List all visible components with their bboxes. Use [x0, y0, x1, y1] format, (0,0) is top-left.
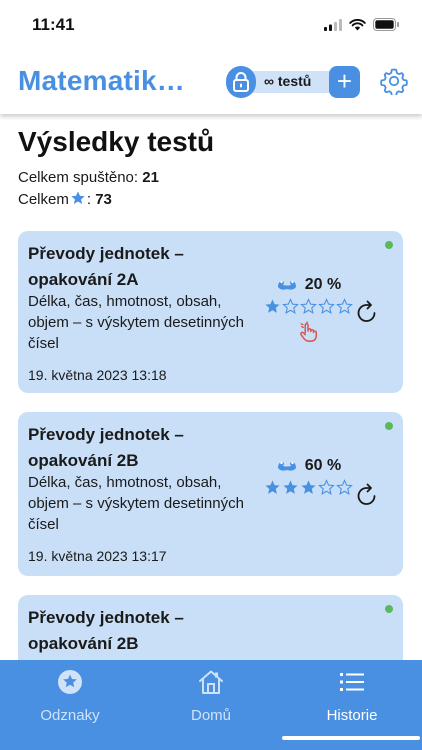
- cellular-signal-icon: [324, 18, 342, 31]
- star-outline-icon: [317, 298, 335, 314]
- padlock-icon: [233, 72, 249, 92]
- score-percent: 20 %: [304, 276, 342, 293]
- battery-icon: [373, 18, 399, 31]
- status-icons: [324, 18, 400, 31]
- active-tab-indicator: [282, 736, 420, 740]
- total-runs-stat: Celkem spuštěno: 21: [18, 169, 159, 186]
- app-header: Matematik… ∞ testů +: [0, 50, 422, 114]
- test-score: 20 %: [260, 276, 356, 343]
- test-description: Délka, čas, hmotnost, obsah, objem – s v…: [28, 474, 244, 533]
- status-time: 11:41: [32, 15, 75, 34]
- total-stars-stat: Celkem: 73: [18, 190, 112, 208]
- total-stars-value: 73: [95, 191, 112, 208]
- status-dot: [385, 605, 393, 613]
- tab-home-label: Domů: [190, 707, 231, 724]
- strength-arm-icon: [277, 461, 296, 471]
- page-title: Výsledky testů: [18, 126, 215, 157]
- unlock-button[interactable]: [226, 66, 256, 98]
- list-icon: [340, 673, 364, 691]
- home-icon: [199, 670, 223, 694]
- test-title: Převody jednotek – opakování 2B: [28, 425, 184, 470]
- status-dot: [385, 422, 393, 430]
- pointing-hand-icon: [300, 321, 317, 342]
- add-tests-button[interactable]: +: [329, 66, 360, 98]
- score-percent: 60 %: [304, 457, 342, 474]
- tab-badges[interactable]: Odznaky: [0, 660, 140, 750]
- test-credits-label: ∞ testů: [264, 73, 312, 89]
- badge-star-icon: [58, 670, 82, 694]
- star-outline-icon: [335, 479, 353, 495]
- tab-badges-label: Odznaky: [40, 707, 100, 724]
- test-result-card[interactable]: Převody jednotek – opakování 2A Délka, č…: [18, 231, 403, 393]
- star-rating: [260, 479, 356, 496]
- test-date: 19. května 2023 13:18: [28, 367, 167, 383]
- tab-history-label: Historie: [326, 707, 378, 724]
- wifi-icon: [349, 18, 366, 30]
- retry-icon[interactable]: [354, 482, 380, 508]
- star-outline-icon: [317, 479, 335, 495]
- star-icon: [71, 191, 85, 204]
- star-filled-icon: [264, 299, 280, 313]
- star-rating: [260, 298, 356, 315]
- test-title: Převody jednotek – opakování 2B: [28, 608, 184, 653]
- total-runs-value: 21: [142, 169, 159, 186]
- star-filled-icon: [300, 480, 316, 494]
- test-score: 60 %: [260, 457, 356, 496]
- test-title: Převody jednotek – opakování 2A: [28, 244, 184, 289]
- strength-arm-icon: [277, 280, 296, 290]
- test-credits: ∞ testů +: [226, 66, 360, 98]
- test-result-card[interactable]: Převody jednotek – opakování 2B Délka, č…: [18, 412, 403, 576]
- app-title: Matematik…: [18, 65, 185, 96]
- tab-home[interactable]: Domů: [141, 660, 281, 750]
- total-stars-colon: :: [86, 191, 92, 208]
- test-date: 19. května 2023 13:17: [28, 548, 167, 564]
- star-outline-icon: [299, 298, 317, 314]
- status-dot: [385, 241, 393, 249]
- settings-gear-icon[interactable]: [380, 67, 408, 95]
- star-outline-icon: [335, 298, 353, 314]
- star-outline-icon: [281, 298, 299, 314]
- total-stars-label: Celkem: [18, 191, 69, 208]
- star-filled-icon: [264, 480, 280, 494]
- total-runs-label: Celkem spuštěno:: [18, 169, 139, 186]
- test-description: Délka, čas, hmotnost, obsah, objem – s v…: [28, 293, 244, 352]
- status-bar: 11:41: [0, 0, 422, 50]
- star-filled-icon: [282, 480, 298, 494]
- retry-icon[interactable]: [354, 299, 380, 325]
